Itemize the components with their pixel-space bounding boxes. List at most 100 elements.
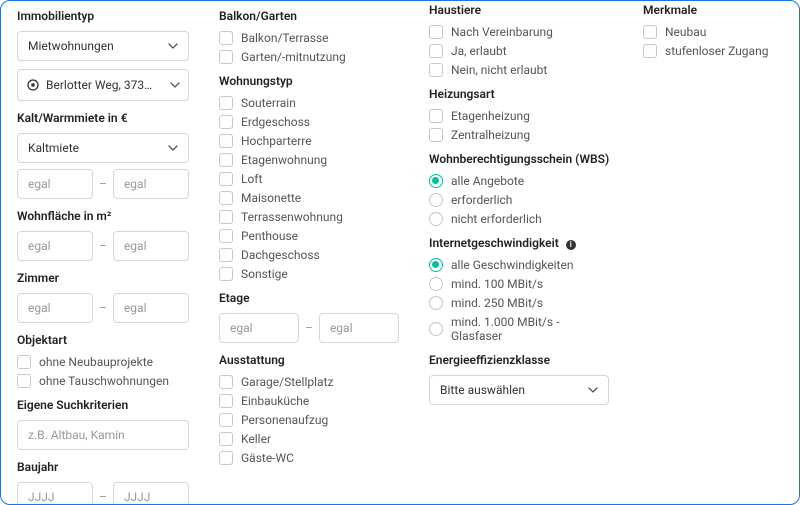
label-wohnflaeche: Wohnfläche in m² — [17, 209, 189, 223]
checkbox-label: Hochparterre — [241, 134, 312, 148]
label-balkon: Balkon/Garten — [219, 9, 399, 23]
checkbox-ausstattung-3[interactable]: Keller — [219, 432, 399, 446]
checkbox-label: Penthouse — [241, 229, 298, 243]
checkbox-label: Souterrain — [241, 96, 296, 110]
checkbox-ausstattung-4[interactable]: Gäste-WC — [219, 451, 399, 465]
radio-internet-1[interactable]: mind. 100 MBit/s — [429, 277, 613, 291]
checkbox-label: Terrassenwohnung — [241, 210, 343, 224]
checkbox-heizungsart-0[interactable]: Etagenheizung — [429, 109, 613, 123]
chevron-down-icon — [170, 82, 180, 88]
label-merkmale: Merkmale — [643, 3, 783, 17]
radio-label: mind. 250 MBit/s — [451, 296, 543, 310]
checkbox-wohnungstyp-5[interactable]: Maisonette — [219, 191, 399, 205]
checkbox-icon — [219, 153, 233, 167]
range-dash: – — [99, 490, 107, 504]
range-dash: – — [99, 301, 107, 315]
label-wbs: Wohnberechtigungsschein (WBS) — [429, 152, 613, 166]
info-icon[interactable]: i — [566, 240, 576, 250]
checkbox-wohnungstyp-0[interactable]: Souterrain — [219, 96, 399, 110]
checkbox-icon — [17, 355, 31, 369]
radio-wbs-1[interactable]: erforderlich — [429, 193, 613, 207]
radio-wbs-2[interactable]: nicht erforderlich — [429, 212, 613, 226]
checkbox-icon — [219, 394, 233, 408]
checkbox-icon — [219, 375, 233, 389]
checkbox-icon — [219, 248, 233, 262]
checkbox-icon — [219, 50, 233, 64]
radio-icon — [429, 212, 443, 226]
checkbox-wohnungstyp-3[interactable]: Etagenwohnung — [219, 153, 399, 167]
checkbox-wohnungstyp-1[interactable]: Erdgeschoss — [219, 115, 399, 129]
radio-label: nicht erforderlich — [451, 212, 542, 226]
input-miete-from[interactable]: egal — [17, 169, 93, 199]
checkbox-balkon-0[interactable]: Balkon/Terrasse — [219, 31, 399, 45]
input-etage-from[interactable]: egal — [219, 313, 299, 343]
checkbox-icon — [219, 432, 233, 446]
checkbox-label: Zentralheizung — [451, 128, 530, 142]
filter-column-4: Merkmale Neubaustufenloser Zugang — [643, 9, 783, 492]
input-baujahr-to[interactable]: JJJJ — [113, 482, 189, 505]
radio-icon — [429, 322, 443, 336]
checkbox-icon — [17, 374, 31, 388]
checkbox-label: Erdgeschoss — [241, 115, 310, 129]
radio-icon — [429, 258, 443, 272]
checkbox-label: Garten/-mitnutzung — [241, 50, 346, 64]
radio-label: mind. 100 MBit/s — [451, 277, 543, 291]
checkbox-wohnungstyp-7[interactable]: Penthouse — [219, 229, 399, 243]
label-objektart: Objektart — [17, 333, 189, 347]
select-immobilientyp[interactable]: Mietwohnungen — [17, 31, 189, 61]
input-eigene-suchkrit[interactable]: z.B. Altbau, Kamin — [17, 420, 189, 450]
chevron-down-icon — [588, 387, 598, 393]
checkbox-icon — [429, 128, 443, 142]
select-energie[interactable]: Bitte auswählen — [429, 375, 609, 405]
radio-internet-0[interactable]: alle Geschwindigkeiten — [429, 258, 613, 272]
input-etage-to[interactable]: egal — [319, 313, 399, 343]
input-wohnflaeche-to[interactable]: egal — [113, 231, 189, 261]
checkbox-haustiere-1[interactable]: Ja, erlaubt — [429, 44, 613, 58]
input-wohnflaeche-from[interactable]: egal — [17, 231, 93, 261]
checkbox-heizungsart-1[interactable]: Zentralheizung — [429, 128, 613, 142]
radio-internet-2[interactable]: mind. 250 MBit/s — [429, 296, 613, 310]
select-miete-type[interactable]: Kaltmiete — [17, 133, 189, 163]
checkbox-label: Balkon/Terrasse — [241, 31, 329, 45]
input-zimmer-to[interactable]: egal — [113, 293, 189, 323]
checkbox-label: Garage/Stellplatz — [241, 375, 333, 389]
input-baujahr-from[interactable]: JJJJ — [17, 482, 93, 505]
checkbox-icon — [643, 44, 657, 58]
label-heizungsart: Heizungsart — [429, 87, 613, 101]
label-etage: Etage — [219, 291, 399, 305]
radio-internet-3[interactable]: mind. 1.000 MBit/s - Glasfaser — [429, 315, 613, 343]
label-haustiere: Haustiere — [429, 3, 613, 17]
radio-icon — [429, 193, 443, 207]
checkbox-icon — [219, 134, 233, 148]
checkbox-label: Maisonette — [241, 191, 301, 205]
checkbox-wohnungstyp-8[interactable]: Dachgeschoss — [219, 248, 399, 262]
checkbox-objektart-0[interactable]: ohne Neubauprojekte — [17, 355, 189, 369]
checkbox-balkon-1[interactable]: Garten/-mitnutzung — [219, 50, 399, 64]
checkbox-icon — [219, 267, 233, 281]
checkbox-ausstattung-2[interactable]: Personenaufzug — [219, 413, 399, 427]
checkbox-merkmale-0[interactable]: Neubau — [643, 25, 783, 39]
checkbox-icon — [429, 44, 443, 58]
checkbox-icon — [219, 210, 233, 224]
checkbox-wohnungstyp-2[interactable]: Hochparterre — [219, 134, 399, 148]
radio-wbs-0[interactable]: alle Angebote — [429, 174, 613, 188]
checkbox-wohnungstyp-9[interactable]: Sonstige — [219, 267, 399, 281]
input-miete-to[interactable]: egal — [113, 169, 189, 199]
filter-column-1: Immobilientyp Mietwohnungen Berlotter We… — [17, 9, 189, 492]
checkbox-icon — [219, 172, 233, 186]
label-zimmer: Zimmer — [17, 271, 189, 285]
range-dash: – — [305, 321, 313, 335]
select-location[interactable]: Berlotter Weg, 37308 Heilbad H... — [17, 69, 189, 101]
checkbox-wohnungstyp-4[interactable]: Loft — [219, 172, 399, 186]
checkbox-label: Keller — [241, 432, 271, 446]
checkbox-objektart-1[interactable]: ohne Tauschwohnungen — [17, 374, 189, 388]
checkbox-ausstattung-0[interactable]: Garage/Stellplatz — [219, 375, 399, 389]
checkbox-ausstattung-1[interactable]: Einbauküche — [219, 394, 399, 408]
checkbox-haustiere-2[interactable]: Nein, nicht erlaubt — [429, 63, 613, 77]
checkbox-icon — [219, 451, 233, 465]
label-baujahr: Baujahr — [17, 460, 189, 474]
checkbox-merkmale-1[interactable]: stufenloser Zugang — [643, 44, 783, 58]
checkbox-haustiere-0[interactable]: Nach Vereinbarung — [429, 25, 613, 39]
checkbox-wohnungstyp-6[interactable]: Terrassenwohnung — [219, 210, 399, 224]
input-zimmer-from[interactable]: egal — [17, 293, 93, 323]
